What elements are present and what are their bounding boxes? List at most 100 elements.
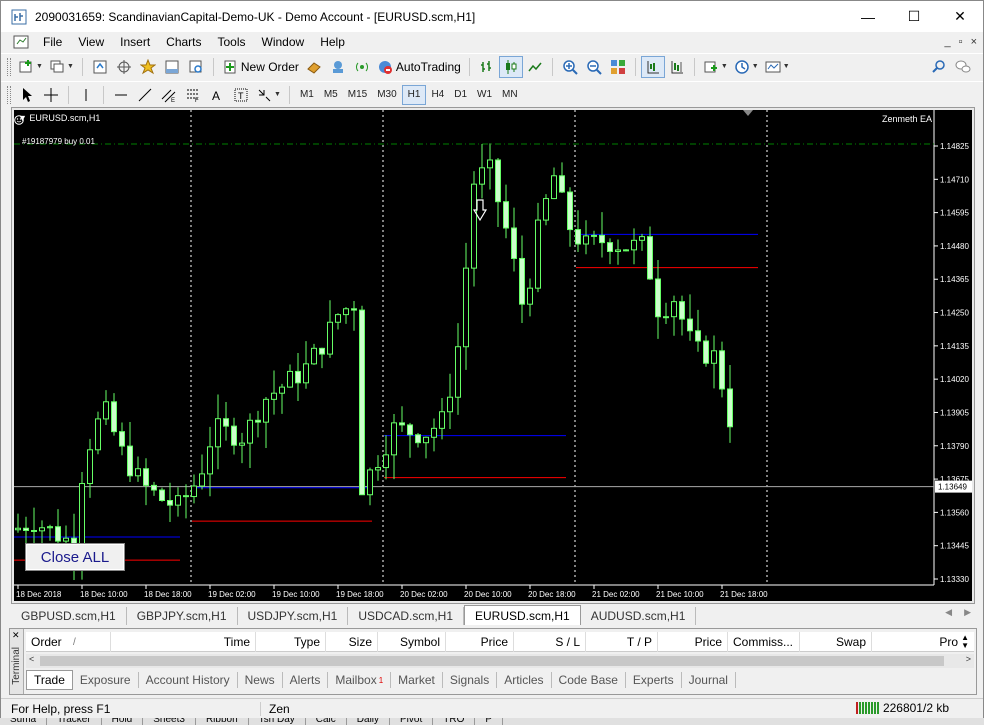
chart-window-icon[interactable] (13, 34, 29, 50)
scroll-left-arrow-icon[interactable]: < (29, 654, 34, 664)
chart-tab-usdcad[interactable]: USDCAD.scm,H1 (348, 607, 464, 625)
metaeditor-button[interactable] (302, 56, 326, 78)
tab-experts[interactable]: Experts (626, 672, 682, 688)
strategy-tester-button[interactable] (184, 56, 208, 78)
toolbar-grip[interactable] (7, 57, 11, 76)
candlestick-chart-button[interactable] (498, 55, 523, 78)
mdi-close-button[interactable]: × (971, 36, 977, 48)
close-button[interactable]: ✕ (937, 1, 983, 32)
indicators-button[interactable]: ▼ (700, 56, 731, 78)
fibonacci-tool[interactable]: F (181, 84, 205, 106)
navigator-button[interactable] (136, 56, 160, 78)
timeframe-m1[interactable]: M1 (295, 85, 319, 105)
menu-charts[interactable]: Charts (158, 32, 209, 52)
terminal-close-icon[interactable]: ✕ (12, 630, 20, 641)
sheet-tab[interactable]: Tsh Day (249, 718, 306, 725)
arrows-tool[interactable]: ▼ (253, 84, 284, 106)
sheet-tab[interactable]: Daily (347, 718, 391, 725)
tab-mailbox[interactable]: Mailbox 1 (328, 672, 392, 688)
timeframe-h4[interactable]: H4 (426, 85, 449, 105)
mdi-restore-button[interactable]: ▫ (959, 36, 963, 48)
timeframe-m15[interactable]: M15 (343, 85, 372, 105)
chart-tab-eurusd[interactable]: EURUSD.scm,H1 (464, 605, 581, 625)
horizontal-scrollbar[interactable]: < > (26, 654, 974, 668)
chart-tab-gbpjpy[interactable]: GBPJPY.scm,H1 (127, 607, 238, 625)
timeframe-m5[interactable]: M5 (319, 85, 343, 105)
auto-scroll-button[interactable] (640, 55, 665, 78)
periods-button[interactable]: ▼ (731, 56, 762, 78)
maximize-button[interactable]: ☐ (891, 1, 937, 32)
scroll-left-icon[interactable]: ◀ (945, 607, 952, 618)
expert-advisor-label[interactable]: Zenmeth EA (882, 114, 932, 124)
timeframe-m30[interactable]: M30 (372, 85, 401, 105)
column-symbol[interactable]: Symbol (378, 632, 446, 652)
tab-trade[interactable]: Trade (26, 670, 73, 690)
column-size[interactable]: Size (326, 632, 378, 652)
horizontal-line-tool[interactable] (109, 84, 133, 106)
column-take-profit[interactable]: T / P (586, 632, 658, 652)
sheet-tab[interactable]: Suma (0, 718, 48, 725)
tab-journal[interactable]: Journal (682, 672, 736, 688)
menu-insert[interactable]: Insert (112, 32, 158, 52)
data-window-button[interactable] (112, 56, 136, 78)
minimize-button[interactable]: — (845, 1, 891, 32)
timeframe-h1[interactable]: H1 (401, 84, 427, 105)
close-all-button[interactable]: Close ALL (25, 543, 125, 571)
menu-file[interactable]: File (35, 32, 70, 52)
scrollbar-thumb[interactable] (40, 656, 944, 666)
column-type[interactable]: Type (256, 632, 326, 652)
sheet-tab[interactable]: Calc (306, 718, 347, 725)
tab-code-base[interactable]: Code Base (552, 672, 626, 688)
connection-status[interactable]: 226801/2 kb (855, 701, 949, 715)
spin-arrows-icon[interactable]: ▲ ▼ (961, 634, 969, 650)
sheet-tab[interactable]: Ribbon (196, 718, 249, 725)
autotrading-button[interactable]: AutoTrading (374, 56, 464, 78)
tile-windows-button[interactable] (606, 56, 630, 78)
price-chart[interactable]: 1.14825 1.14710 1.14595 1.14480 1.14365 1.142… (14, 110, 972, 601)
tab-exposure[interactable]: Exposure (73, 672, 139, 688)
sheet-tab[interactable]: Hold (102, 718, 144, 725)
timeframe-w1[interactable]: W1 (472, 85, 497, 105)
tab-articles[interactable]: Articles (497, 672, 552, 688)
line-chart-button[interactable] (523, 56, 547, 78)
mdi-minimize-button[interactable]: _ (945, 36, 951, 48)
menu-tools[interactable]: Tools (210, 32, 254, 52)
toolbar-grip[interactable] (7, 85, 11, 104)
zoom-out-button[interactable] (582, 56, 606, 78)
menu-help[interactable]: Help (312, 32, 353, 52)
sheet-tab[interactable]: Pivot (390, 718, 434, 725)
sheet-tab[interactable]: TRO (433, 718, 476, 725)
profiles-button[interactable]: ▼ (46, 56, 77, 78)
crosshair-tool[interactable] (39, 84, 63, 106)
mql5-community-button[interactable] (326, 56, 350, 78)
menu-view[interactable]: View (70, 32, 112, 52)
column-price[interactable]: Price (446, 632, 514, 652)
templates-button[interactable]: ▼ (762, 56, 793, 78)
chart-tab-gbpusd[interactable]: GBPUSD.scm,H1 (11, 607, 127, 625)
search-button[interactable] (927, 56, 951, 78)
tab-market[interactable]: Market (391, 672, 443, 688)
column-profit[interactable]: Pro ▲ ▼ (872, 632, 974, 652)
channel-tool[interactable]: E (157, 84, 181, 106)
column-commission[interactable]: Commiss... (728, 632, 800, 652)
sheet-tab[interactable]: Tracker (47, 718, 102, 725)
tab-news[interactable]: News (238, 672, 283, 688)
bar-chart-button[interactable] (475, 56, 499, 78)
chart-shift-button[interactable] (665, 56, 689, 78)
scroll-right-arrow-icon[interactable]: > (966, 654, 971, 664)
chart-tab-audusd[interactable]: AUDUSD.scm,H1 (581, 607, 697, 625)
column-swap[interactable]: Swap (800, 632, 872, 652)
new-chart-button[interactable]: ▼ (15, 56, 46, 78)
market-watch-button[interactable] (88, 56, 112, 78)
sheet-tab[interactable]: P (475, 718, 504, 725)
signals-button[interactable] (350, 56, 374, 78)
sheet-tab[interactable]: Sheet3 (143, 718, 196, 725)
zoom-in-button[interactable] (558, 56, 582, 78)
title-bar[interactable]: 2090031659: ScandinavianCapital-Demo-UK … (1, 1, 983, 32)
chat-button[interactable] (951, 56, 975, 78)
chart-tab-usdjpy[interactable]: USDJPY.scm,H1 (238, 607, 349, 625)
terminal-toggle-button[interactable] (160, 56, 184, 78)
vertical-line-tool[interactable] (74, 84, 98, 106)
timeframe-d1[interactable]: D1 (449, 85, 472, 105)
column-stop-loss[interactable]: S / L (514, 632, 586, 652)
